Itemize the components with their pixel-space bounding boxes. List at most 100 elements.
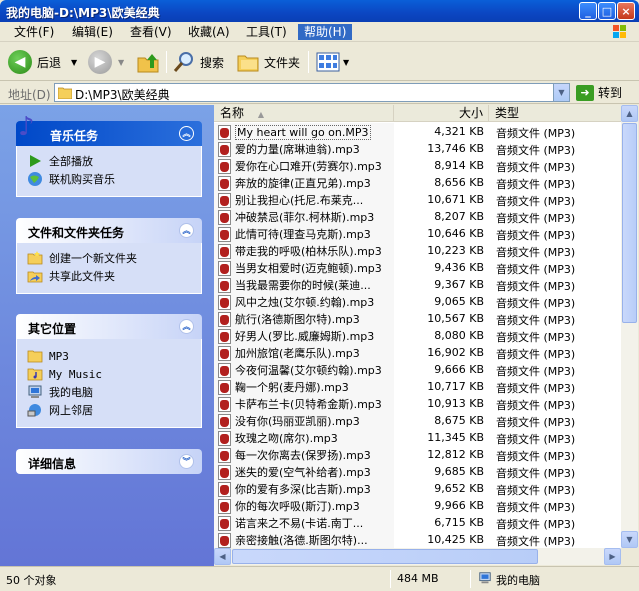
horizontal-scrollbar[interactable]: ◀ ▶ [214, 548, 621, 565]
place-my-music-link[interactable]: My Music [27, 365, 201, 383]
file-name-cell: 风中之烛(艾尔顿.约翰).mp3 [218, 294, 394, 310]
go-button[interactable]: ➜ 转到 [576, 84, 622, 101]
file-row[interactable]: 你的爱有多深(比吉斯).mp3 9,652 KB 音频文件 (MP3) [214, 480, 621, 497]
file-name-cell: 当男女相爱时(迈克鲍顿).mp3 [218, 260, 394, 276]
details-header[interactable]: 详细信息 ︾ [16, 449, 202, 474]
column-size[interactable]: 大小 [394, 105, 489, 122]
file-size: 9,966 KB [434, 499, 484, 512]
file-type: 音频文件 (MP3) [496, 416, 576, 429]
file-row[interactable]: 加州旅馆(老鹰乐队).mp3 16,902 KB 音频文件 (MP3) [214, 344, 621, 361]
file-row[interactable]: 别让我担心(托尼.布莱克... 10,671 KB 音频文件 (MP3) [214, 191, 621, 208]
maximize-button[interactable]: □ [598, 2, 616, 20]
mp3-file-icon [218, 209, 231, 225]
file-name-cell: 航行(洛德斯图尔特).mp3 [218, 311, 394, 327]
file-row[interactable]: 冲破禁忌(菲尔.柯林斯).mp3 8,207 KB 音频文件 (MP3) [214, 208, 621, 225]
mp3-file-icon [218, 447, 231, 463]
back-button[interactable]: ◀ 后退 ▼ [8, 49, 77, 75]
music-tasks-title: 音乐任务 [50, 129, 99, 143]
file-row[interactable]: 玫瑰之吻(席尔).mp3 11,345 KB 音频文件 (MP3) [214, 429, 621, 446]
file-row[interactable]: 带走我的呼吸(柏林乐队).mp3 10,223 KB 音频文件 (MP3) [214, 242, 621, 259]
scroll-right-button[interactable]: ▶ [604, 548, 621, 565]
scroll-left-button[interactable]: ◀ [214, 548, 231, 565]
file-name: 鞠一个躬(麦丹娜).mp3 [235, 381, 349, 394]
chevron-down-icon[interactable]: ▼ [118, 58, 124, 67]
new-folder-link[interactable]: 创建一个新文件夹 [27, 249, 201, 267]
file-size: 8,656 KB [434, 176, 484, 189]
place-mp3-link[interactable]: MP3 [27, 347, 201, 365]
file-row[interactable]: 航行(洛德斯图尔特).mp3 10,567 KB 音频文件 (MP3) [214, 310, 621, 327]
address-dropdown-icon[interactable]: ▼ [553, 84, 569, 101]
file-row[interactable]: 诺言来之不易(卡诺.南丁... 6,715 KB 音频文件 (MP3) [214, 514, 621, 531]
file-row[interactable]: 卡萨布兰卡(贝特希金斯).mp3 10,913 KB 音频文件 (MP3) [214, 395, 621, 412]
chevron-down-icon[interactable]: ▼ [71, 58, 77, 67]
file-name: 爱的力量(席琳迪翁).mp3 [235, 143, 360, 156]
place-my-computer-link[interactable]: 我的电脑 [27, 383, 201, 401]
file-tasks-header[interactable]: 文件和文件夹任务 ︽ [16, 218, 202, 243]
file-name: 奔放的旋律(正直兄弟).mp3 [235, 177, 371, 190]
menu-file[interactable]: 文件(F) [8, 24, 60, 40]
vertical-scroll-thumb[interactable] [622, 123, 637, 323]
file-rows: My heart will go on.MP3 4,321 KB 音频文件 (MP3… [214, 123, 621, 548]
share-folder-link[interactable]: 共享此文件夹 [27, 267, 201, 285]
address-input[interactable]: D:\MP3\欧美经典 ▼ [54, 83, 570, 102]
file-row[interactable]: 爱你在心口难开(劳赛尔).mp3 8,914 KB 音频文件 (MP3) [214, 157, 621, 174]
magnifier-icon [173, 52, 193, 72]
music-tasks-header[interactable]: ♪ 音乐任务 ︽ [16, 114, 202, 146]
file-row[interactable]: 当我最需要你的时候(莱迪... 9,367 KB 音频文件 (MP3) [214, 276, 621, 293]
up-folder-button[interactable] [136, 49, 160, 75]
file-row[interactable]: 迷失的爱(空气补给者).mp3 9,685 KB 音频文件 (MP3) [214, 463, 621, 480]
file-row[interactable]: 没有你(玛丽亚凯丽).mp3 8,675 KB 音频文件 (MP3) [214, 412, 621, 429]
go-arrow-icon: ➜ [576, 84, 594, 101]
file-row[interactable]: 鞠一个躬(麦丹娜).mp3 10,717 KB 音频文件 (MP3) [214, 378, 621, 395]
scroll-down-button[interactable]: ▼ [621, 531, 638, 548]
search-button[interactable]: 搜索 [172, 49, 224, 75]
toolbar: ◀ 后退 ▼ ▶ ▼ 搜索 文件夹 ▼ [0, 43, 639, 81]
collapse-icon[interactable]: ︽ [179, 126, 194, 141]
other-places-header[interactable]: 其它位置 ︽ [16, 314, 202, 339]
folders-button[interactable]: 文件夹 [236, 49, 300, 75]
forward-button[interactable]: ▶ ▼ [88, 49, 124, 75]
play-all-link[interactable]: 全部播放 [27, 152, 201, 170]
expand-icon[interactable]: ︾ [179, 454, 194, 469]
file-row[interactable]: 爱的力量(席琳迪翁).mp3 13,746 KB 音频文件 (MP3) [214, 140, 621, 157]
minimize-button[interactable]: _ [579, 2, 597, 20]
vertical-scrollbar[interactable]: ▲ ▼ [621, 105, 638, 548]
column-name[interactable]: 名称 ▲ [214, 105, 394, 122]
file-name-cell: 你的每次呼吸(斯汀).mp3 [218, 498, 394, 514]
file-row[interactable]: My heart will go on.MP3 4,321 KB 音频文件 (MP3… [214, 123, 621, 140]
file-row[interactable]: 每一次你离去(保罗扬).mp3 12,812 KB 音频文件 (MP3) [214, 446, 621, 463]
file-row[interactable]: 风中之烛(艾尔顿.约翰).mp3 9,065 KB 音频文件 (MP3) [214, 293, 621, 310]
file-row[interactable]: 当男女相爱时(迈克鲍顿).mp3 9,436 KB 音频文件 (MP3) [214, 259, 621, 276]
menu-favorites[interactable]: 收藏(A) [182, 24, 236, 40]
menu-help[interactable]: 帮助(H) [298, 24, 353, 40]
file-name: 别让我担心(托尼.布莱克... [235, 194, 364, 207]
search-label: 搜索 [200, 55, 225, 70]
close-button[interactable]: × [617, 2, 635, 20]
file-list[interactable]: 名称 ▲ 大小 类型 My heart will go on.MP3 4,321 … [214, 105, 621, 548]
title-bar[interactable]: 我的电脑-D:\MP3\欧美经典 _ □ × [0, 0, 639, 22]
address-label: 地址(D) [8, 88, 51, 102]
address-value: D:\MP3\欧美经典 [75, 88, 170, 102]
scroll-up-button[interactable]: ▲ [621, 105, 638, 122]
windows-logo-icon [613, 25, 626, 38]
status-bar: 50 个对象 484 MB 我的电脑 [0, 566, 639, 591]
file-row[interactable]: 奔放的旋律(正直兄弟).mp3 8,656 KB 音频文件 (MP3) [214, 174, 621, 191]
file-type: 音频文件 (MP3) [496, 399, 576, 412]
horizontal-scroll-thumb[interactable] [232, 549, 538, 564]
mp3-file-icon [218, 260, 231, 276]
collapse-icon[interactable]: ︽ [179, 223, 194, 238]
file-row[interactable]: 此情可待(理查马克斯).mp3 10,646 KB 音频文件 (MP3) [214, 225, 621, 242]
file-row[interactable]: 好男人(罗比.威廉姆斯).mp3 8,080 KB 音频文件 (MP3) [214, 327, 621, 344]
column-type[interactable]: 类型 [489, 105, 621, 122]
buy-music-online-link[interactable]: 联机购买音乐 [27, 170, 201, 188]
views-button[interactable]: ▼ [316, 49, 349, 75]
file-row[interactable]: 你的每次呼吸(斯汀).mp3 9,966 KB 音频文件 (MP3) [214, 497, 621, 514]
file-row[interactable]: 亲密接触(洛德.斯图尔特)... 10,425 KB 音频文件 (MP3) [214, 531, 621, 548]
place-network-link[interactable]: 网上邻居 [27, 401, 201, 419]
collapse-icon[interactable]: ︽ [179, 319, 194, 334]
file-row[interactable]: 今夜何温馨(艾尔顿约翰).mp3 9,666 KB 音频文件 (MP3) [214, 361, 621, 378]
menu-edit[interactable]: 编辑(E) [66, 24, 119, 40]
menu-view[interactable]: 查看(V) [124, 24, 178, 40]
file-name: My heart will go on.MP3 [235, 124, 371, 140]
menu-tools[interactable]: 工具(T) [240, 24, 293, 40]
